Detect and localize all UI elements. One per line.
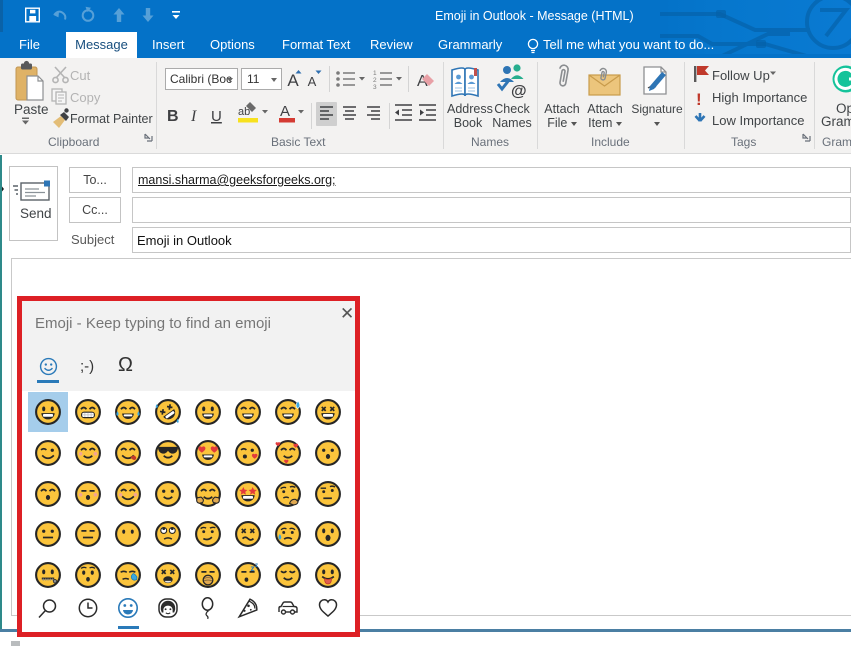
svg-text:A: A	[287, 71, 299, 90]
svg-text:3: 3	[373, 84, 377, 91]
svg-text:!: !	[696, 90, 702, 109]
svg-text:A: A	[308, 74, 317, 89]
svg-text:I: I	[190, 108, 197, 125]
svg-text:@: @	[511, 83, 527, 100]
svg-text:1: 1	[373, 70, 377, 77]
svg-text:A: A	[280, 103, 290, 120]
svg-text:2: 2	[373, 77, 377, 84]
svg-text:B: B	[167, 108, 179, 125]
svg-text:U: U	[211, 108, 222, 125]
